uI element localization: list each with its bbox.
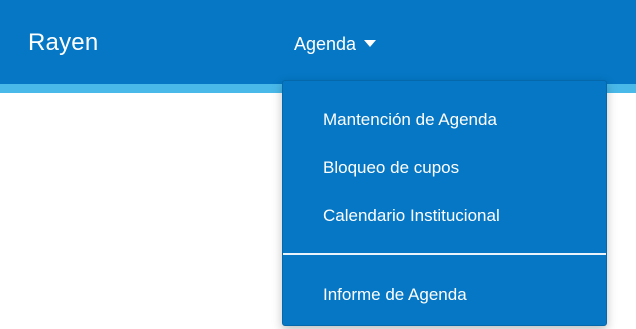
agenda-dropdown-menu: Mantención de Agenda Bloqueo de cupos Ca… [282, 80, 607, 326]
menu-divider [283, 253, 606, 255]
brand-name[interactable]: Rayen [28, 28, 98, 58]
agenda-menu-label: Agenda [294, 33, 357, 54]
menu-item-informe-agenda[interactable]: Informe de Agenda [323, 280, 467, 310]
menu-item-mantencion-agenda[interactable]: Mantención de Agenda [323, 105, 497, 135]
caret-down-icon [364, 39, 377, 47]
top-navbar: Rayen Agenda [0, 0, 636, 84]
agenda-menu-toggle[interactable]: Agenda [294, 30, 377, 58]
menu-item-calendario-institucional[interactable]: Calendario Institucional [323, 201, 500, 231]
menu-item-bloqueo-cupos[interactable]: Bloqueo de cupos [323, 153, 459, 183]
